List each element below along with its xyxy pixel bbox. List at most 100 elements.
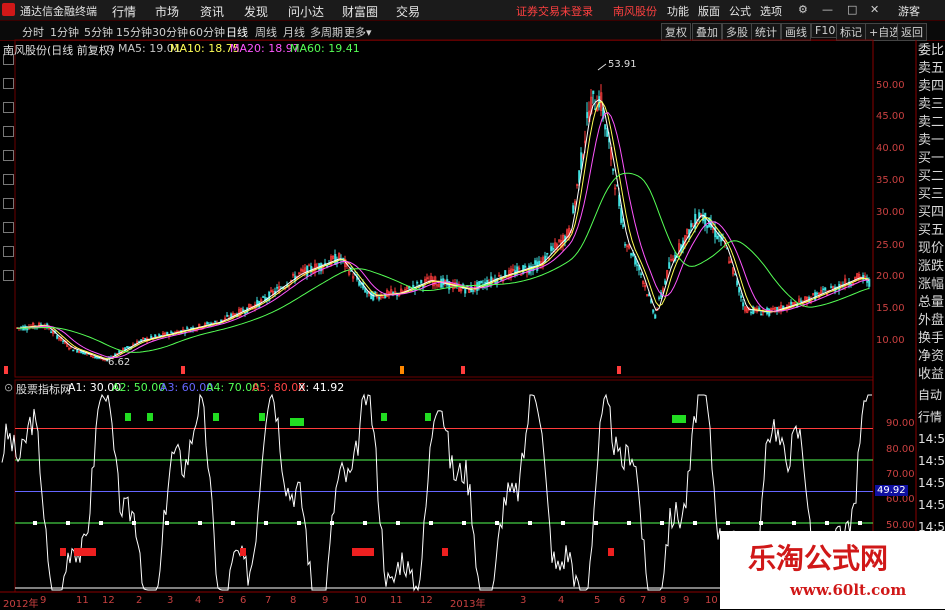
top-signal-block [381, 413, 387, 421]
candle-body [150, 335, 153, 339]
midline-dot [759, 521, 763, 525]
midline-dot [165, 521, 169, 525]
candle-body [366, 292, 369, 294]
bottom-signal-block [352, 548, 374, 556]
candle-body [704, 212, 707, 227]
low-price-label: 6.62 [108, 357, 131, 368]
watermark: 乐淘公式网 www.60lt.com [720, 531, 945, 609]
midline-dot [363, 521, 367, 525]
price-tick: 50.00 [876, 80, 905, 91]
signal-marker [4, 366, 8, 374]
watermark-url: www.60lt.com [790, 581, 907, 599]
time-tick: 3 [167, 595, 174, 606]
candle-body [630, 253, 633, 256]
bottom-signal-block [240, 548, 246, 556]
quote-label: 现价 [918, 241, 945, 256]
candle-body [94, 356, 97, 359]
quote-label: 卖四 [918, 79, 945, 94]
time-tick: 11 [390, 595, 403, 606]
midline-dot [660, 521, 664, 525]
candle-body [126, 346, 129, 349]
candle-body [822, 288, 825, 291]
top-signal-block [147, 413, 153, 421]
tick-time: 14:56 [918, 498, 945, 512]
time-tick: 9 [322, 595, 329, 606]
candlestick-chart[interactable] [0, 0, 945, 609]
quote-label: 涨跌 [918, 259, 945, 274]
time-tick: 2013年 [450, 599, 486, 610]
time-tick: 10 [354, 595, 367, 606]
candle-body [824, 287, 827, 291]
quote-label: 买三 [918, 187, 945, 202]
price-tick: 40.00 [876, 143, 905, 154]
time-tick: 9 [40, 595, 47, 606]
top-signal-block [290, 418, 304, 426]
candle-body [716, 235, 719, 240]
quote-label: 收益 [918, 367, 945, 382]
stock-name: 南风股份(日线 前复权) [3, 44, 115, 57]
indicator-tick: 90.00 [886, 418, 915, 429]
midline-dot [825, 521, 829, 525]
time-tick: 9 [683, 595, 690, 606]
candle-body [374, 291, 377, 294]
midline-dot [297, 521, 301, 525]
quote-label: 买五 [918, 223, 945, 238]
indicator-settings-icon[interactable]: ⊙ [4, 381, 13, 394]
tick-label[interactable]: 自动 [918, 384, 945, 406]
candle-body [736, 280, 739, 286]
midline-dot [726, 521, 730, 525]
candle-body [738, 286, 741, 293]
top-signal-block [259, 413, 265, 421]
candle-body [622, 224, 625, 227]
bottom-signal-block [74, 548, 96, 556]
watermark-title: 乐淘公式网 [748, 542, 889, 575]
price-tick: 15.00 [876, 303, 905, 314]
time-tick: 12 [102, 595, 115, 606]
candle-body [72, 349, 75, 352]
chart-settings-icon[interactable]: ⊙ [106, 42, 115, 55]
candle-body [658, 297, 661, 299]
candle-body [84, 352, 87, 355]
candle-body [706, 225, 709, 229]
candle-body [472, 290, 475, 292]
candle-body [740, 295, 743, 298]
high-price-label: 53.91 [608, 59, 637, 70]
quote-label: 买二 [918, 169, 945, 184]
midline-dot [528, 521, 532, 525]
indicator-param: X: 41.92 [298, 381, 345, 394]
candle-body [636, 264, 639, 267]
indicator-tick: 70.00 [886, 469, 915, 480]
candle-body [480, 280, 483, 283]
candle-body [416, 281, 419, 284]
price-tick: 25.00 [876, 240, 905, 251]
candle-body [170, 331, 173, 334]
midline-dot [858, 521, 862, 525]
candle-body [550, 246, 553, 251]
candle-body [592, 90, 595, 94]
tick-label[interactable]: 行情 [918, 406, 945, 428]
candle-body [262, 296, 265, 298]
midline-dot [792, 521, 796, 525]
quote-label: 买一 [918, 151, 945, 166]
candle-body [790, 301, 793, 305]
time-tick: 11 [76, 595, 89, 606]
time-tick: 2 [136, 595, 143, 606]
candle-body [654, 314, 657, 319]
candle-body [372, 293, 375, 301]
indicator-tick: 80.00 [886, 444, 915, 455]
candle-body [140, 339, 143, 342]
tick-time: 14:56 [918, 432, 945, 446]
midline-dot [231, 521, 235, 525]
quote-label: 委比 [918, 43, 945, 58]
price-tick: 35.00 [876, 175, 905, 186]
time-tick: 5 [594, 595, 601, 606]
candle-body [412, 284, 415, 288]
candle-body [598, 96, 601, 108]
high-marker [597, 63, 607, 71]
time-tick: 4 [558, 595, 565, 606]
candle-body [760, 313, 763, 316]
quote-label: 外盘 [918, 313, 945, 328]
candle-body [816, 292, 819, 295]
time-tick: 12 [420, 595, 433, 606]
midline-dot [462, 521, 466, 525]
